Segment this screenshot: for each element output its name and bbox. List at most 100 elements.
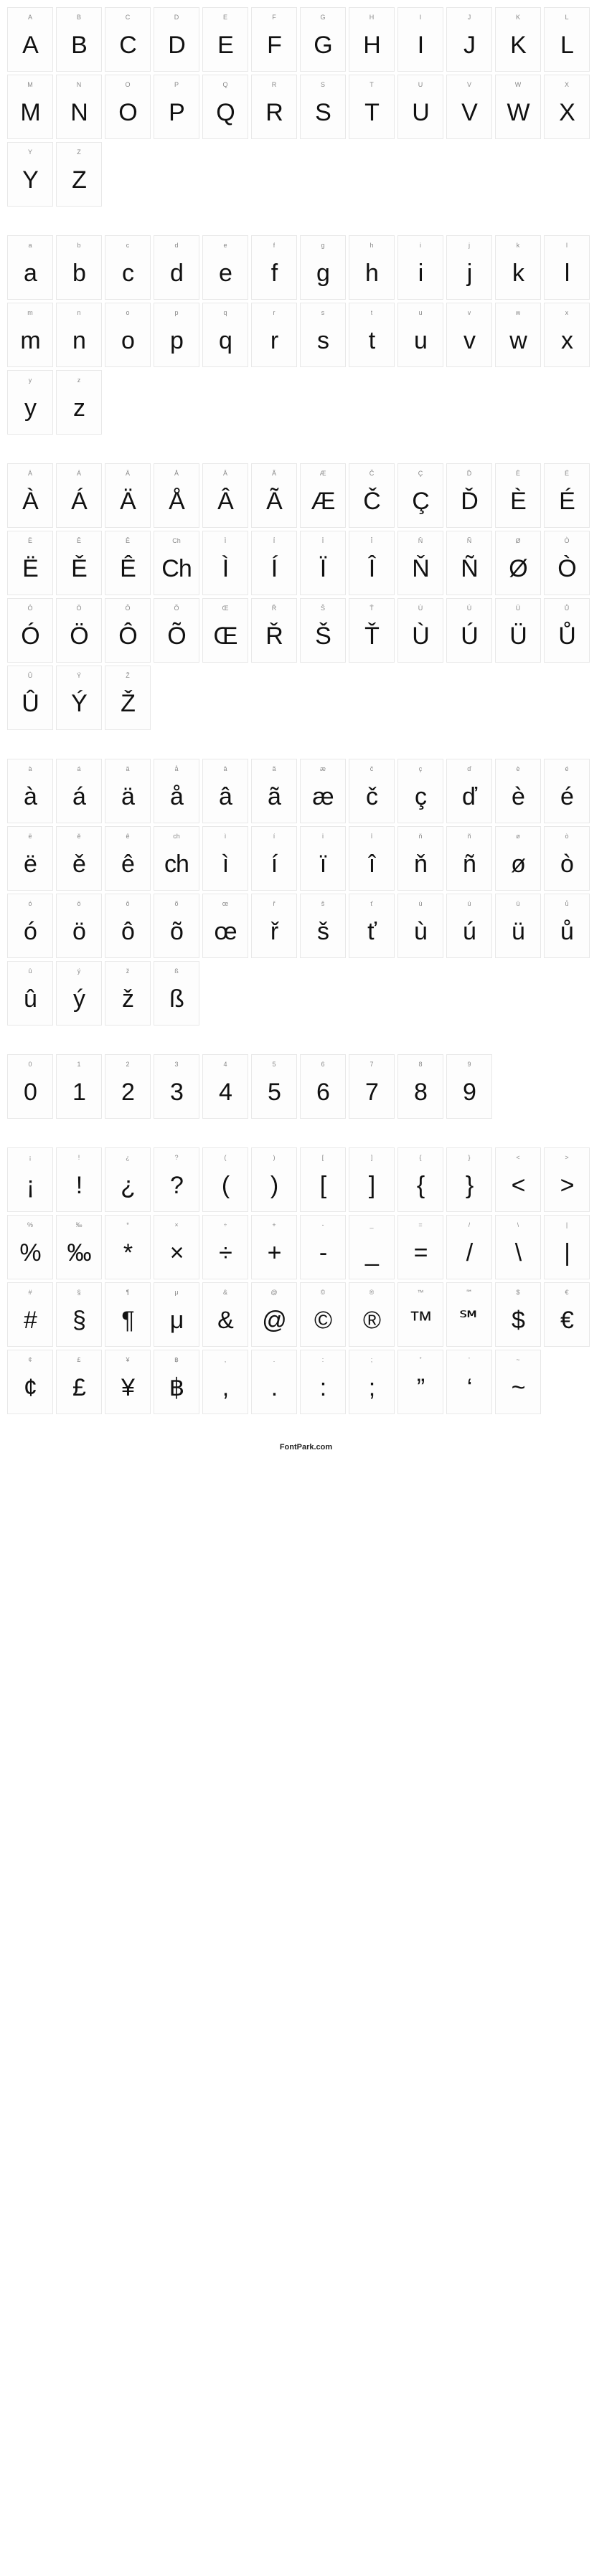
glyph-cell: AA [7,7,53,72]
glyph-display: Á [71,478,87,524]
glyph-display: { [417,1162,424,1208]
glyph-display: Q [216,90,234,136]
glyph-cell: qq [202,303,248,367]
glyph-cell: \\ [495,1215,541,1279]
glyph-label: ® [369,1287,375,1297]
glyph-label: ó [28,899,32,909]
glyph-display: ž [122,976,133,1022]
glyph-cell: ĚĚ [56,531,102,595]
glyph-cell: àà [7,759,53,823]
glyph-display: Ď [461,478,478,524]
glyph-display: ú [463,909,476,955]
glyph-display: k [512,250,524,296]
glyph-cell: hh [349,235,395,300]
glyph-display: j [467,250,472,296]
glyph-cell: PP [154,75,199,139]
glyph-display: ñ [463,841,476,887]
glyph-label: 0 [28,1059,32,1069]
glyph-label: I [420,12,422,22]
glyph-cell: FF [251,7,297,72]
glyph-cell: GG [300,7,346,72]
glyph-label: á [77,764,80,774]
glyph-label: ] [371,1152,373,1162]
glyph-cell: ÅÅ [154,463,199,528]
glyph-cell: ¥¥ [105,1350,151,1414]
glyph-display: + [268,1230,281,1276]
glyph-cell: (( [202,1147,248,1212]
glyph-display: 1 [72,1069,85,1115]
glyph-cell: €€ [544,1282,590,1347]
glyph-label: y [29,375,32,385]
glyph-cell: ÆÆ [300,463,346,528]
glyph-label: Ã [272,468,276,478]
glyph-label: ý [77,966,81,976]
glyph-cell: ŘŘ [251,598,297,663]
glyph-display: Z [72,157,86,203]
glyph-label: õ [174,899,178,909]
glyph-display: 6 [316,1069,329,1115]
glyph-display: & [217,1297,233,1343]
glyph-cell: ìì [202,826,248,891]
glyph-label: Ë [28,536,32,546]
glyph-label: ß [174,966,179,976]
glyph-label: e [223,240,227,250]
glyph-cell: 22 [105,1054,151,1119]
glyph-cell: {{ [397,1147,443,1212]
glyph-display: z [73,385,85,431]
glyph-cell: QQ [202,75,248,139]
glyph-label: í [273,831,276,841]
glyph-cell: gg [300,235,346,300]
glyph-cell: << [495,1147,541,1212]
glyph-label: 1 [77,1059,80,1069]
glyph-cell: ÄÄ [105,463,151,528]
glyph-display: È [510,478,526,524]
glyph-cell: UU [397,75,443,139]
glyph-label: / [469,1220,471,1230]
glyph-label: ö [77,899,80,909]
glyph-label: Ü [516,603,521,613]
glyph-display: ï [320,841,326,887]
glyph-display: * [123,1230,132,1276]
glyph-cell: ฿฿ [154,1350,199,1414]
glyph-display: Ú [461,613,478,659]
glyph-display: 4 [219,1069,232,1115]
glyph-label: ¥ [126,1355,129,1365]
glyph-display: b [72,250,85,296]
glyph-label: [ [322,1152,324,1162]
glyph-label: v [468,308,471,318]
glyph-label: ç [419,764,423,774]
glyph-display: ê [121,841,134,887]
glyph-display: Ž [121,681,135,726]
glyph-label: ÷ [224,1220,227,1230]
glyph-cell: ~~ [495,1350,541,1414]
glyph-display: × [170,1230,184,1276]
glyph-display: n [72,318,85,364]
glyph-label: ů [565,899,568,909]
glyph-label: ù [418,899,422,909]
glyph-label: Å [174,468,179,478]
glyph-cell: ÒÒ [544,531,590,595]
glyph-display: H [363,22,380,68]
glyph-label: Y [28,147,32,157]
glyph-display: B [71,22,87,68]
glyph-cell: šš [300,894,346,958]
glyph-cell: ťť [349,894,395,958]
glyph-cell: ßß [154,961,199,1026]
glyph-cell: KK [495,7,541,72]
glyph-display: G [314,22,331,68]
glyph-label: Æ [320,468,326,478]
glyph-cell: ‰‰ [56,1215,102,1279]
glyph-label: = [418,1220,422,1230]
glyph-display: ‘ [467,1365,472,1411]
glyph-display: Ů [558,613,575,659]
glyph-display: R [265,90,283,136]
glyph-display: ‰ [67,1230,91,1276]
glyph-label: u [418,308,422,318]
glyph-label: ℠ [466,1287,472,1297]
glyph-label: 5 [272,1059,276,1069]
glyph-cell: ŠŠ [300,598,346,663]
glyph-display: Û [22,681,39,726]
glyph-label: ň [418,831,422,841]
glyph-display: Ť [364,613,379,659]
glyph-label: 3 [174,1059,178,1069]
